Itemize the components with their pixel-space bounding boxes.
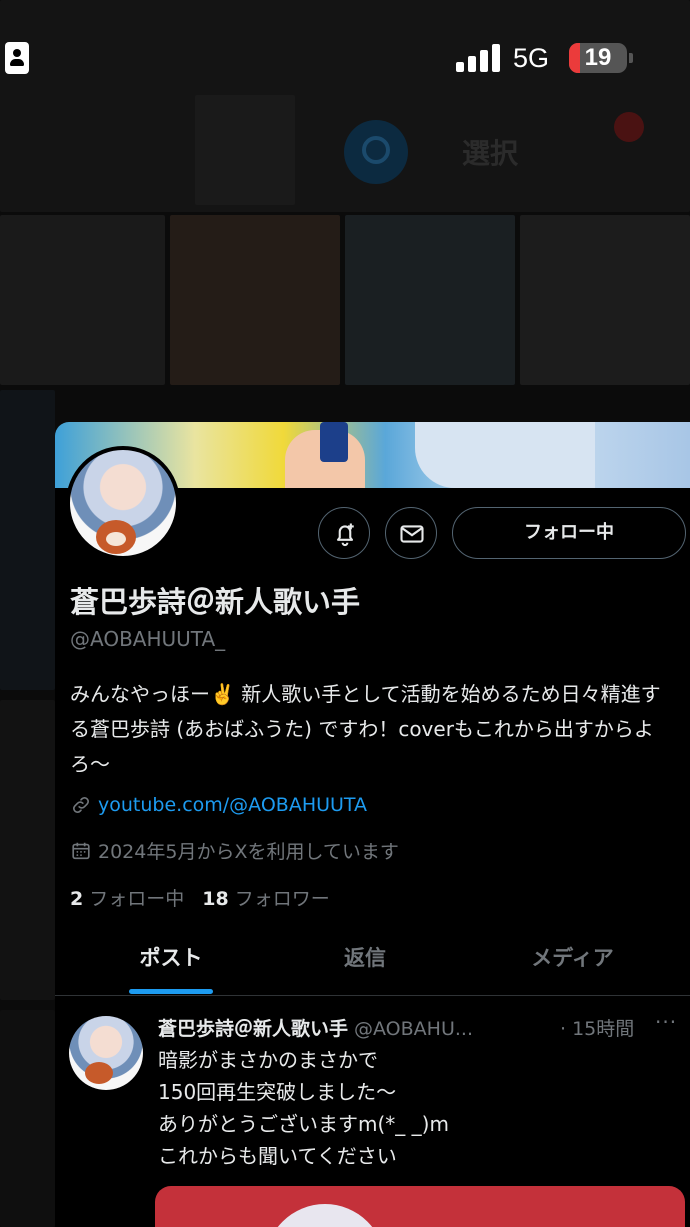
post-image[interactable] — [155, 1186, 685, 1227]
profile-website-link[interactable]: youtube.com/@AOBAHUUTA — [98, 794, 367, 816]
post-author-name[interactable]: 蒼巴歩詩＠新人歌い手 — [158, 1018, 348, 1040]
calendar-icon — [72, 842, 90, 859]
followers-label: フォロワー — [234, 888, 330, 910]
battery-icon: 19 — [569, 43, 627, 73]
network-type: 5G — [513, 43, 550, 73]
profile-link-row[interactable]: youtube.com/@AOBAHUUTA — [70, 794, 367, 816]
status-bar: 5G 19 — [0, 0, 690, 100]
profile-avatar[interactable] — [66, 446, 180, 560]
following-count: 2 — [70, 888, 84, 910]
joined-row: 2024年5月からXを利用しています — [70, 837, 399, 864]
following-button[interactable]: フォロー中 — [452, 507, 686, 559]
message-button[interactable] — [385, 507, 437, 559]
tab-media[interactable]: メディア — [495, 932, 650, 996]
post-line: 暗影がまさかのまさかで — [158, 1048, 378, 1072]
joined-date: 2024年5月からXを利用しています — [98, 841, 399, 863]
contact-card-icon — [5, 42, 29, 74]
following-stat[interactable]: 2 フォロー中 — [70, 888, 184, 910]
profile-bio: みんなやっほー✌️ 新人歌い手として活動を始めるため日々精進する蒼巴歩詩 (あお… — [70, 682, 661, 776]
battery-nub — [629, 53, 633, 63]
select-button: 選択 — [462, 137, 519, 170]
post-author-handle: @AOBAHU... — [354, 1018, 473, 1040]
followers-stat[interactable]: 18 フォロワー — [202, 888, 329, 910]
post-line: ありがとうございますm(*_ _)m — [158, 1112, 449, 1136]
signal-icon — [456, 44, 500, 72]
followers-count: 18 — [202, 888, 229, 910]
follow-stats: 2 フォロー中 18 フォロワー — [70, 884, 330, 911]
link-icon — [73, 797, 89, 813]
post-avatar[interactable] — [69, 1016, 143, 1090]
tab-replies[interactable]: 返信 — [290, 932, 440, 996]
profile-tabs: ポスト 返信 メディア — [55, 932, 690, 996]
profile-display-name: 蒼巴歩詩＠新人歌い手 — [70, 585, 361, 619]
tab-posts[interactable]: ポスト — [95, 932, 247, 996]
post-line: これからも聞いてください — [158, 1144, 397, 1168]
battery-level: 19 — [584, 44, 612, 71]
mail-icon — [400, 525, 424, 543]
bell-plus-icon — [336, 523, 354, 547]
post-item[interactable]: 蒼巴歩詩＠新人歌い手 @AOBAHU... · 15時間 ··· 暗影がまさかのま… — [55, 998, 690, 1227]
profile-sheet: フォロー中 蒼巴歩詩＠新人歌い手 @AOBAHUUTA_ みんなやっほー✌️ 新… — [55, 422, 690, 1227]
search-icon — [344, 120, 408, 184]
more-options-icon[interactable]: ··· — [655, 1010, 677, 1034]
post-text: 暗影がまさかのまさかで 150回再生突破しました〜 ありがとうございますm(*_… — [158, 1044, 678, 1172]
post-header: 蒼巴歩詩＠新人歌い手 @AOBAHU... — [158, 1014, 618, 1041]
notification-badge — [614, 112, 644, 142]
profile-handle: @AOBAHUUTA_ — [70, 627, 226, 651]
following-label: フォロー中 — [89, 888, 185, 910]
post-line: 150回再生突破しました〜 — [158, 1080, 397, 1104]
notify-button[interactable] — [318, 507, 370, 559]
post-timestamp: · 15時間 — [560, 1018, 635, 1040]
active-tab-indicator — [129, 989, 213, 994]
